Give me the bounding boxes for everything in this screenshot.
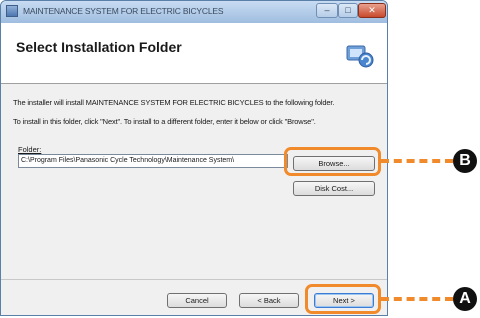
callout-b-marker: B	[453, 149, 477, 173]
window-title: MAINTENANCE SYSTEM FOR ELECTRIC BICYCLES	[23, 6, 224, 16]
disk-cost-button[interactable]: Disk Cost...	[293, 181, 375, 196]
title-bar[interactable]: MAINTENANCE SYSTEM FOR ELECTRIC BICYCLES…	[1, 1, 387, 23]
computer-setup-icon	[346, 45, 374, 68]
callout-a-highlight	[305, 284, 381, 314]
minimize-button[interactable]: –	[316, 3, 338, 18]
callout-a-marker: A	[453, 287, 477, 311]
callout-b-connector	[381, 159, 453, 163]
header-banner: Select Installation Folder	[1, 23, 387, 84]
callout-a-connector	[381, 297, 453, 301]
back-button[interactable]: < Back	[239, 293, 299, 308]
footer-divider	[1, 279, 387, 280]
callout-b-highlight	[284, 147, 381, 176]
close-button[interactable]: ✕	[358, 3, 386, 18]
install-info-text: The installer will install MAINTENANCE S…	[13, 98, 335, 107]
folder-path-input[interactable]: C:\Program Files\Panasonic Cycle Technol…	[18, 154, 288, 168]
page-title: Select Installation Folder	[16, 39, 182, 55]
cancel-button[interactable]: Cancel	[167, 293, 227, 308]
maximize-button[interactable]: □	[338, 3, 358, 18]
installer-app-icon	[6, 5, 18, 17]
folder-label: Folder:	[18, 145, 42, 154]
install-instruction-text: To install in this folder, click "Next".…	[13, 117, 316, 126]
